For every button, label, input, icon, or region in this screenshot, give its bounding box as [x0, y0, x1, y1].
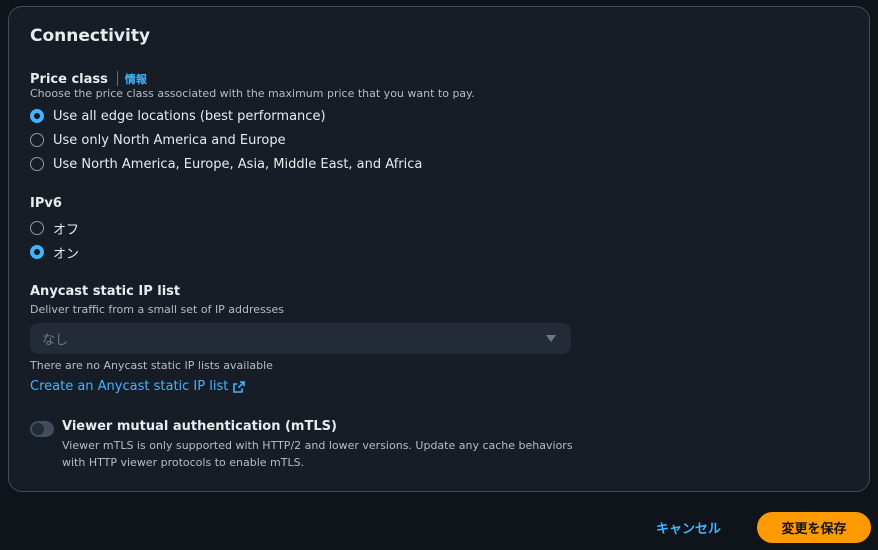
toggle-knob [32, 423, 44, 435]
connectivity-panel: Connectivity Price class 情報 Choose the pr… [8, 6, 870, 492]
price-class-header: Price class 情報 [30, 68, 147, 87]
radio-unselected-icon[interactable] [30, 221, 44, 235]
anycast-label: Anycast static IP list [30, 284, 181, 299]
section-title: Connectivity [30, 26, 151, 46]
radio-unselected-icon[interactable] [30, 157, 44, 171]
cancel-button[interactable]: キャンセル [646, 512, 731, 543]
save-changes-button[interactable]: 変更を保存 [757, 512, 871, 543]
caret-down-icon [546, 335, 556, 342]
price-class-label: Price class [30, 72, 108, 87]
price-class-option-na-eu-asia[interactable]: Use North America, Europe, Asia, Middle … [30, 154, 422, 174]
radio-label: オフ [53, 222, 80, 238]
info-separator [116, 71, 118, 86]
anycast-select[interactable]: なし [30, 323, 571, 354]
mtls-toggle[interactable] [30, 421, 54, 437]
external-link-icon [233, 380, 246, 393]
price-class-option-na-eu[interactable]: Use only North America and Europe [30, 130, 286, 150]
radio-selected-icon[interactable] [30, 109, 44, 123]
mtls-description-line-2: with HTTP viewer protocols to enable mTL… [62, 456, 305, 469]
price-class-info-link[interactable]: 情報 [125, 73, 147, 86]
mtls-description-line-1: Viewer mTLS is only supported with HTTP/… [62, 439, 573, 452]
radio-label: オン [53, 246, 80, 262]
ipv6-option-off[interactable]: オフ [30, 218, 79, 238]
create-anycast-link[interactable]: Create an Anycast static IP list [30, 379, 246, 394]
radio-unselected-icon[interactable] [30, 133, 44, 147]
anycast-hint: There are no Anycast static IP lists ava… [30, 359, 273, 372]
ipv6-label: IPv6 [30, 196, 62, 211]
anycast-select-value: なし [42, 333, 69, 348]
price-class-option-all[interactable]: Use all edge locations (best performance… [30, 106, 326, 126]
radio-label: Use all edge locations (best performance… [53, 108, 326, 124]
price-class-description: Choose the price class associated with t… [30, 87, 475, 100]
create-anycast-link-text[interactable]: Create an Anycast static IP list [30, 379, 228, 394]
ipv6-option-on[interactable]: オン [30, 242, 79, 262]
mtls-label: Viewer mutual authentication (mTLS) [62, 419, 337, 434]
radio-label: Use only North America and Europe [53, 132, 286, 148]
radio-label: Use North America, Europe, Asia, Middle … [53, 156, 423, 172]
radio-selected-icon[interactable] [30, 245, 44, 259]
anycast-description: Deliver traffic from a small set of IP a… [30, 303, 285, 316]
